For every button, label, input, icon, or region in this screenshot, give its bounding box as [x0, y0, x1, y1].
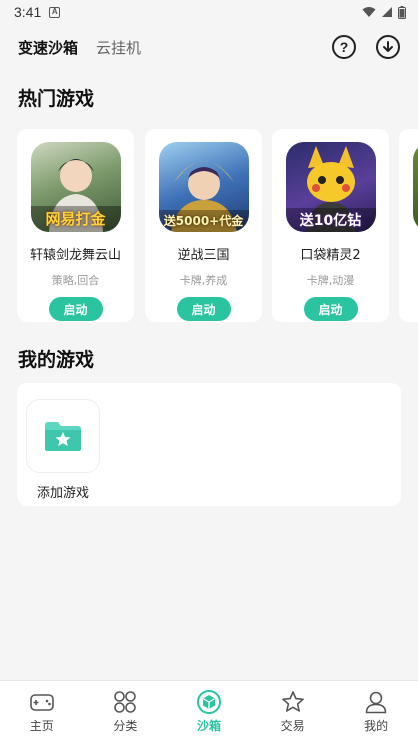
game-banner: 送5000+代金 — [163, 214, 244, 228]
notification-icon: A — [49, 6, 61, 18]
top-bar: 变速沙箱 云挂机 ? — [0, 26, 418, 68]
tab-speed-sandbox[interactable]: 变速沙箱 — [18, 37, 78, 58]
help-button[interactable]: ? — [332, 35, 356, 59]
game-icon[interactable]: 送5000+代金 — [158, 142, 249, 232]
status-bar: 3:41 A — [0, 0, 418, 24]
status-icons — [362, 5, 406, 19]
star-icon — [281, 691, 304, 712]
user-icon — [365, 691, 387, 714]
nav-category[interactable]: 分类 — [84, 681, 168, 743]
hot-games-title: 热门游戏 — [18, 88, 95, 110]
game-icon[interactable]: 送10亿钻 — [285, 142, 376, 232]
nav-sandbox[interactable]: 沙箱 — [167, 681, 251, 743]
game-banner: 网易打金 — [45, 210, 106, 228]
game-tags: 策略,回合 — [51, 274, 100, 287]
game-card-partial[interactable] — [399, 129, 418, 322]
game-name: 口袋精灵2 — [300, 248, 361, 263]
tab-cloud-hosting[interactable]: 云挂机 — [96, 37, 141, 58]
download-button[interactable] — [376, 35, 400, 59]
status-time: 3:41 — [14, 4, 42, 20]
signal-icon — [382, 7, 392, 17]
game-tags: 卡牌,养成 — [179, 274, 228, 287]
launch-button[interactable]: 启动 — [48, 297, 103, 321]
nav-label: 交易 — [280, 719, 305, 733]
my-games-title: 我的游戏 — [18, 349, 95, 371]
game-icon[interactable] — [412, 142, 418, 232]
game-icon[interactable]: 网易打金 — [30, 142, 121, 232]
nav-label: 分类 — [113, 719, 138, 733]
game-name: 轩辕剑龙舞云山 — [29, 248, 121, 263]
nav-mine[interactable]: 我的 — [334, 681, 418, 743]
game-banner: 送10亿钻 — [299, 213, 362, 229]
folder-star-icon — [45, 422, 81, 451]
gamepad-icon — [29, 694, 54, 711]
game-card[interactable]: 送5000+代金 逆战三国 卡牌,养成 启动 — [145, 129, 262, 322]
game-tags: 卡牌,动漫 — [306, 274, 355, 287]
grid-icon — [114, 691, 137, 713]
game-card[interactable]: 送10亿钻 口袋精灵2 卡牌,动漫 启动 — [272, 129, 389, 322]
launch-button[interactable]: 启动 — [303, 297, 358, 321]
add-game-button[interactable] — [26, 399, 100, 473]
game-card[interactable]: 网易打金 轩辕剑龙舞云山 策略,回合 启动 — [17, 129, 134, 322]
box-icon — [196, 690, 221, 714]
battery-icon — [398, 5, 406, 19]
nav-label: 沙箱 — [196, 719, 221, 733]
question-circle-icon: ? — [339, 39, 349, 55]
bottom-nav: 主页 分类 沙箱 交易 我的 — [0, 680, 418, 743]
nav-label: 我的 — [364, 719, 389, 733]
launch-button[interactable]: 启动 — [176, 297, 231, 321]
nav-trade[interactable]: 交易 — [251, 681, 335, 743]
my-games-panel: 添加游戏 — [17, 383, 401, 506]
hot-games-list[interactable]: 网易打金 轩辕剑龙舞云山 策略,回合 启动 送5000+代金 逆战三国 卡牌,养… — [17, 129, 418, 322]
nav-home[interactable]: 主页 — [0, 681, 84, 743]
download-circle-icon — [383, 41, 393, 52]
game-name: 逆战三国 — [177, 248, 230, 263]
nav-label: 主页 — [29, 719, 54, 733]
wifi-icon — [362, 7, 376, 17]
add-game-label: 添加游戏 — [36, 486, 89, 501]
